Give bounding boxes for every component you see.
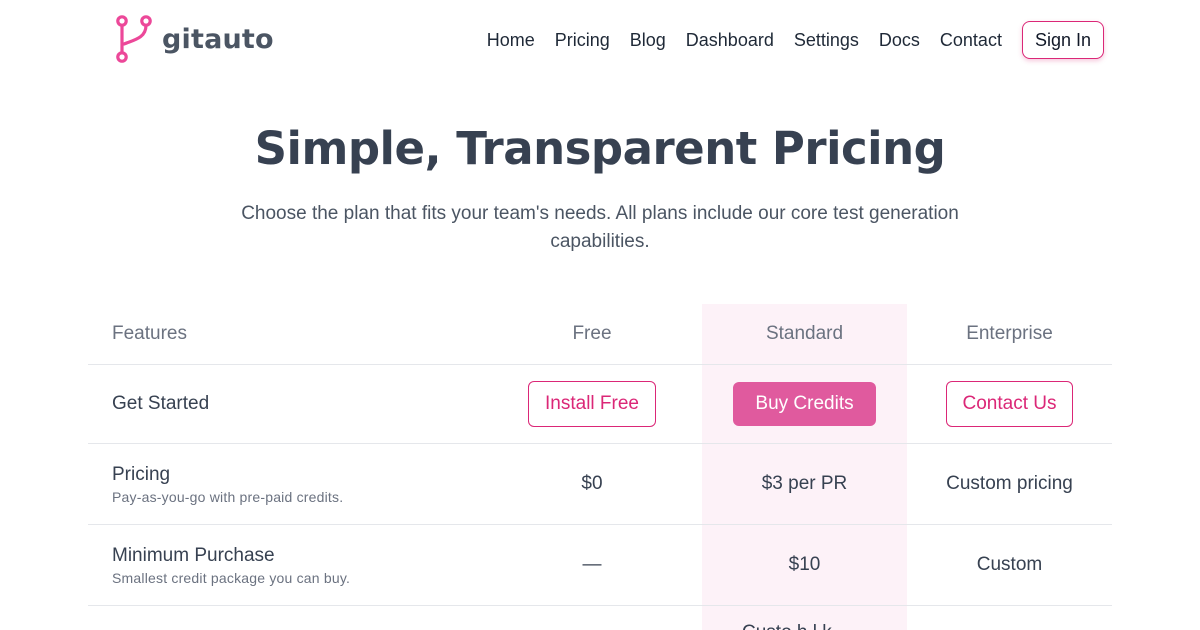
git-branch-icon <box>114 14 154 64</box>
sign-in-button[interactable]: Sign In <box>1021 21 1104 59</box>
nav-link-contact[interactable]: Contact <box>940 21 1002 59</box>
brand-name: gitauto <box>162 23 274 55</box>
standard-minimum: $10 <box>788 554 821 575</box>
page-subtitle: Choose the plan that fits your team's ne… <box>241 203 959 252</box>
pricing-table: Features Free Standard Enterprise Get St… <box>88 304 1112 606</box>
free-minimum: — <box>582 554 602 575</box>
header-standard: Standard <box>765 323 844 344</box>
nav-link-settings[interactable]: Settings <box>794 21 859 59</box>
header-features: Features <box>112 323 187 344</box>
next-row-partial-text: Custo h l k <box>742 622 832 630</box>
nav-link-home[interactable]: Home <box>487 21 535 59</box>
nav-link-docs[interactable]: Docs <box>879 21 920 59</box>
table-row-pricing: Pricing Pay-as-you-go with pre-paid cred… <box>88 444 1112 525</box>
buy-credits-button[interactable]: Buy Credits <box>733 382 876 426</box>
table-row-get-started: Get Started Install Free Buy Credits Con… <box>88 365 1112 444</box>
standard-price: $3 per PR <box>761 473 848 494</box>
nav-link-dashboard[interactable]: Dashboard <box>686 21 774 59</box>
table-header-row: Features Free Standard Enterprise <box>88 304 1112 365</box>
feature-label: Get Started <box>112 393 210 414</box>
header-free: Free <box>572 323 612 344</box>
feature-label: Pricing <box>112 463 171 485</box>
header-enterprise: Enterprise <box>966 323 1053 344</box>
feature-label: Minimum Purchase <box>112 544 275 566</box>
nav-link-pricing[interactable]: Pricing <box>555 21 610 59</box>
nav-link-blog[interactable]: Blog <box>630 21 666 59</box>
free-price: $0 <box>581 473 603 494</box>
enterprise-minimum: Custom <box>976 554 1043 575</box>
enterprise-price: Custom pricing <box>946 473 1073 494</box>
install-free-button[interactable]: Install Free <box>528 381 656 427</box>
contact-us-button[interactable]: Contact Us <box>945 381 1074 427</box>
page-title: Simple, Transparent Pricing <box>254 122 946 175</box>
top-nav: Home Pricing Blog Dashboard Settings Doc… <box>487 21 1104 59</box>
table-row-minimum-purchase: Minimum Purchase Smallest credit package… <box>88 525 1112 606</box>
brand-logo[interactable]: gitauto <box>114 14 274 64</box>
feature-description: Smallest credit package you can buy. <box>112 569 351 586</box>
feature-description: Pay-as-you-go with pre-paid credits. <box>112 488 344 505</box>
